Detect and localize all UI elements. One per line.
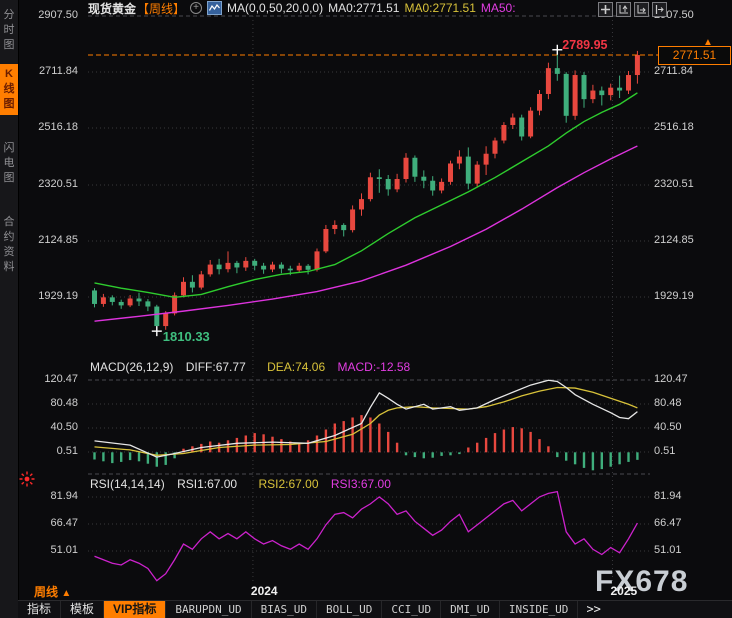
axis-label: 80.48 (28, 397, 78, 409)
axis-label: 51.01 (654, 544, 714, 556)
live-alert-icon[interactable] (19, 471, 35, 492)
sidebar-tab-3[interactable]: 闪电图 (0, 138, 18, 189)
ma0-value-yellow: MA0:2771.51 (404, 1, 475, 15)
axis-label: 80.48 (654, 397, 714, 409)
toolbar-item-bias_ud[interactable]: BIAS_UD (252, 601, 317, 618)
rsi3-value: RSI3:67.00 (331, 477, 391, 491)
axis-label: 51.01 (28, 544, 78, 556)
high-price-annotation: 2789.95 (562, 38, 607, 52)
axis-label: 0.51 (654, 445, 714, 457)
axis-label: 66.47 (28, 517, 78, 529)
axis-label: 40.50 (28, 421, 78, 433)
symbol-name: 现货黄金 (88, 0, 136, 17)
x-axis-year-label: 2025 (610, 584, 637, 598)
toolbar-more-button[interactable]: >> (578, 601, 608, 618)
toolbar-item-模板[interactable]: 模板 (61, 601, 104, 618)
axis-label: 2516.18 (654, 121, 714, 133)
rsi-pane-header: RSI(14,14,14) RSI1:67.00 RSI2:67.00 RSI3… (90, 477, 400, 491)
axis-label: 81.94 (28, 490, 78, 502)
toolbar-item-dmi_ud[interactable]: DMI_UD (441, 601, 500, 618)
axis-label: 81.94 (654, 490, 714, 502)
axis-label: 2516.18 (28, 121, 78, 133)
ma-settings: MA(0,0,50,20,0,0) (227, 1, 323, 15)
chart-tool-icons (598, 2, 667, 17)
macd-value: MACD:-12.58 (337, 360, 410, 374)
macd-pane-header: MACD(26,12,9) DIFF:67.77 DEA:74.06 MACD:… (90, 360, 419, 374)
scale-vertical-icon[interactable] (616, 2, 631, 17)
macd-dea-value: DEA:74.06 (267, 360, 325, 374)
toolbar-item-指标[interactable]: 指标 (18, 601, 61, 618)
indicator-chart-icon[interactable] (207, 1, 222, 15)
axis-label: 66.47 (654, 517, 714, 529)
axis-label: 2711.84 (28, 65, 78, 77)
add-indicator-icon[interactable]: + (190, 2, 202, 14)
ma0-value-white: MA0:2771.51 (328, 1, 399, 15)
sidebar-tab-1[interactable]: 分时图 (0, 5, 18, 56)
macd-diff-value: DIFF:67.77 (186, 360, 246, 374)
toolbar-item-vip指标[interactable]: VIP指标 (104, 601, 166, 618)
rsi-name: RSI(14,14,14) (90, 477, 165, 491)
toolbar-item-barupdn_ud[interactable]: BARUPDN_UD (166, 601, 251, 618)
axis-label: 2124.85 (28, 234, 78, 246)
low-price-annotation: 1810.33 (163, 329, 210, 344)
indicator-toolbar: 指标模板VIP指标BARUPDN_UDBIAS_UDBOLL_UDCCI_UDD… (18, 600, 732, 618)
macd-name: MACD(26,12,9) (90, 360, 173, 374)
watermark: FX678 (595, 565, 688, 599)
axis-label: 2320.51 (654, 178, 714, 190)
sidebar-tab-4[interactable]: 合约资料 (0, 212, 18, 278)
axis-label: 2124.85 (654, 234, 714, 246)
axis-label: 2907.50 (28, 9, 78, 21)
period-selector-caret-icon: ▲ (61, 588, 71, 599)
axis-label: 1929.19 (28, 290, 78, 302)
rsi2-value: RSI2:67.00 (258, 477, 318, 491)
period-tag: 【周线】 (137, 0, 185, 17)
toolbar-item-cci_ud[interactable]: CCI_UD (382, 601, 441, 618)
axis-label: 120.47 (654, 373, 714, 385)
x-axis-year-label: 2024 (251, 584, 278, 598)
axis-label: 2711.84 (654, 65, 714, 77)
price-marker-arrow: ▲ (703, 37, 713, 48)
kline-chart-canvas[interactable] (0, 0, 732, 618)
axis-label: 40.50 (654, 421, 714, 433)
axis-label: 1929.19 (654, 290, 714, 302)
toolbar-item-inside_ud[interactable]: INSIDE_UD (500, 601, 579, 618)
axis-label: 2320.51 (28, 178, 78, 190)
toolbar-item-boll_ud[interactable]: BOLL_UD (317, 601, 382, 618)
period-selector[interactable]: 周线 ▲ (34, 583, 71, 600)
axis-label: 0.51 (28, 445, 78, 457)
ma50-label: MA50: (481, 1, 516, 15)
axis-label: 120.47 (28, 373, 78, 385)
pan-right-icon[interactable] (652, 2, 667, 17)
sidebar: 分时图 K线图闪电图合约资料 (0, 0, 19, 618)
chart-header: 现货黄金 【周线】 + MA(0,0,50,20,0,0) MA0:2771.5… (88, 0, 516, 16)
crosshair-move-icon[interactable] (598, 2, 613, 17)
scale-horizontal-icon[interactable] (634, 2, 649, 17)
sidebar-tab-2[interactable]: K线图 (0, 64, 18, 115)
chart-app: 分时图 K线图闪电图合约资料 现货黄金 【周线】 + MA(0,0,50,20,0… (0, 0, 732, 618)
rsi1-value: RSI1:67.00 (177, 477, 237, 491)
current-price-box: 2771.51 (658, 46, 731, 65)
period-selector-label: 周线 (34, 585, 58, 599)
